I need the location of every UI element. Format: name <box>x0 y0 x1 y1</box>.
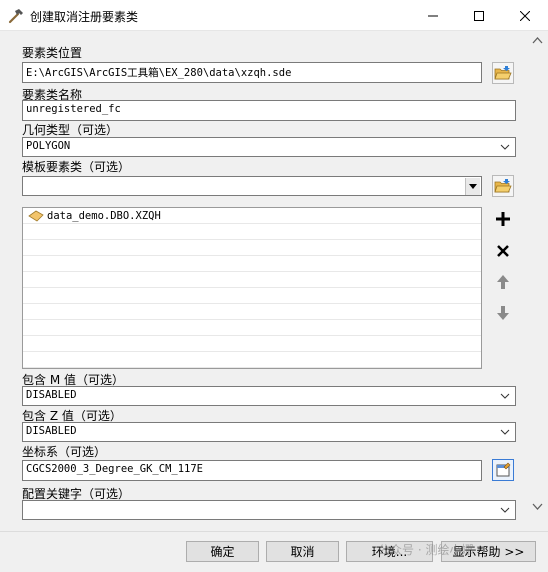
list-row-empty <box>23 224 481 240</box>
name-field[interactable]: unregistered_fc <box>22 100 516 121</box>
vertical-scrollbar[interactable] <box>528 31 547 531</box>
spatial-ref-field[interactable]: CGCS2000_3_Degree_GK_CM_117E <box>22 460 482 481</box>
ok-button[interactable]: 确定 <box>186 541 259 562</box>
list-row-empty <box>23 336 481 352</box>
close-icon <box>520 10 530 21</box>
caret-down-icon <box>469 183 477 189</box>
list-row-empty <box>23 352 481 368</box>
show-help-button[interactable]: 显示帮助 >> <box>441 541 536 562</box>
maximize-icon <box>474 10 484 21</box>
list-row-empty <box>23 256 481 272</box>
environments-button[interactable]: 环境... <box>346 541 433 562</box>
list-item-label: data_demo.DBO.XZQH <box>47 210 161 222</box>
browse-template-button[interactable] <box>492 175 514 197</box>
move-down-button[interactable] <box>492 302 514 324</box>
spatial-ref-label: 坐标系（可选） <box>22 445 107 459</box>
list-item[interactable]: data_demo.DBO.XZQH <box>23 208 481 224</box>
list-row-empty <box>23 240 481 256</box>
template-label: 模板要素类（可选） <box>22 160 131 174</box>
geometry-label: 几何类型（可选） <box>22 123 119 137</box>
minimize-icon <box>428 15 438 16</box>
move-up-button[interactable] <box>492 271 514 293</box>
has-m-select[interactable]: DISABLED <box>22 386 516 406</box>
browse-location-button[interactable] <box>492 62 514 84</box>
has-m-value: DISABLED <box>26 389 77 401</box>
button-bar: 确定 取消 环境... 显示帮助 >> 公众号 · 测绘小娜 <box>0 531 548 572</box>
properties-icon <box>496 462 511 477</box>
template-combo[interactable] <box>22 176 482 196</box>
folder-open-icon <box>494 179 512 193</box>
close-button[interactable] <box>502 0 548 31</box>
chevron-down-icon <box>500 144 510 150</box>
maximize-button[interactable] <box>456 0 502 31</box>
list-row-empty <box>23 320 481 336</box>
has-z-value: DISABLED <box>26 425 77 437</box>
add-button[interactable] <box>492 208 514 230</box>
list-row-empty <box>23 304 481 320</box>
geometry-value: POLYGON <box>26 140 71 152</box>
polygon-layer-icon <box>28 210 44 222</box>
location-label: 要素类位置 <box>22 46 83 60</box>
minimize-button[interactable] <box>410 0 456 31</box>
geometry-select[interactable]: POLYGON <box>22 137 516 157</box>
has-z-select[interactable]: DISABLED <box>22 422 516 442</box>
spatial-ref-button[interactable] <box>492 459 514 481</box>
arrow-down-icon <box>497 306 509 320</box>
folder-open-icon <box>494 66 512 80</box>
cancel-button[interactable]: 取消 <box>266 541 339 562</box>
chevron-down-icon <box>500 429 510 435</box>
list-row-empty <box>23 272 481 288</box>
remove-button[interactable] <box>492 240 514 262</box>
window-title: 创建取消注册要素类 <box>30 10 139 24</box>
scroll-down-icon[interactable] <box>531 500 544 512</box>
arrow-up-icon <box>497 275 509 289</box>
x-icon <box>497 245 509 257</box>
title-bar: 创建取消注册要素类 <box>0 0 548 31</box>
config-keyword-select[interactable] <box>22 500 516 520</box>
chevron-down-icon <box>500 393 510 399</box>
plus-icon <box>496 212 510 226</box>
hammer-icon <box>8 8 24 24</box>
scroll-up-icon[interactable] <box>531 35 544 47</box>
chevron-down-icon <box>500 507 510 513</box>
list-row-empty <box>23 288 481 304</box>
template-listbox[interactable]: data_demo.DBO.XZQH <box>22 207 482 369</box>
template-dropdown-button[interactable] <box>465 178 480 195</box>
location-field[interactable]: E:\ArcGIS\ArcGIS工具箱\EX_280\data\xzqh.sde <box>22 62 482 83</box>
